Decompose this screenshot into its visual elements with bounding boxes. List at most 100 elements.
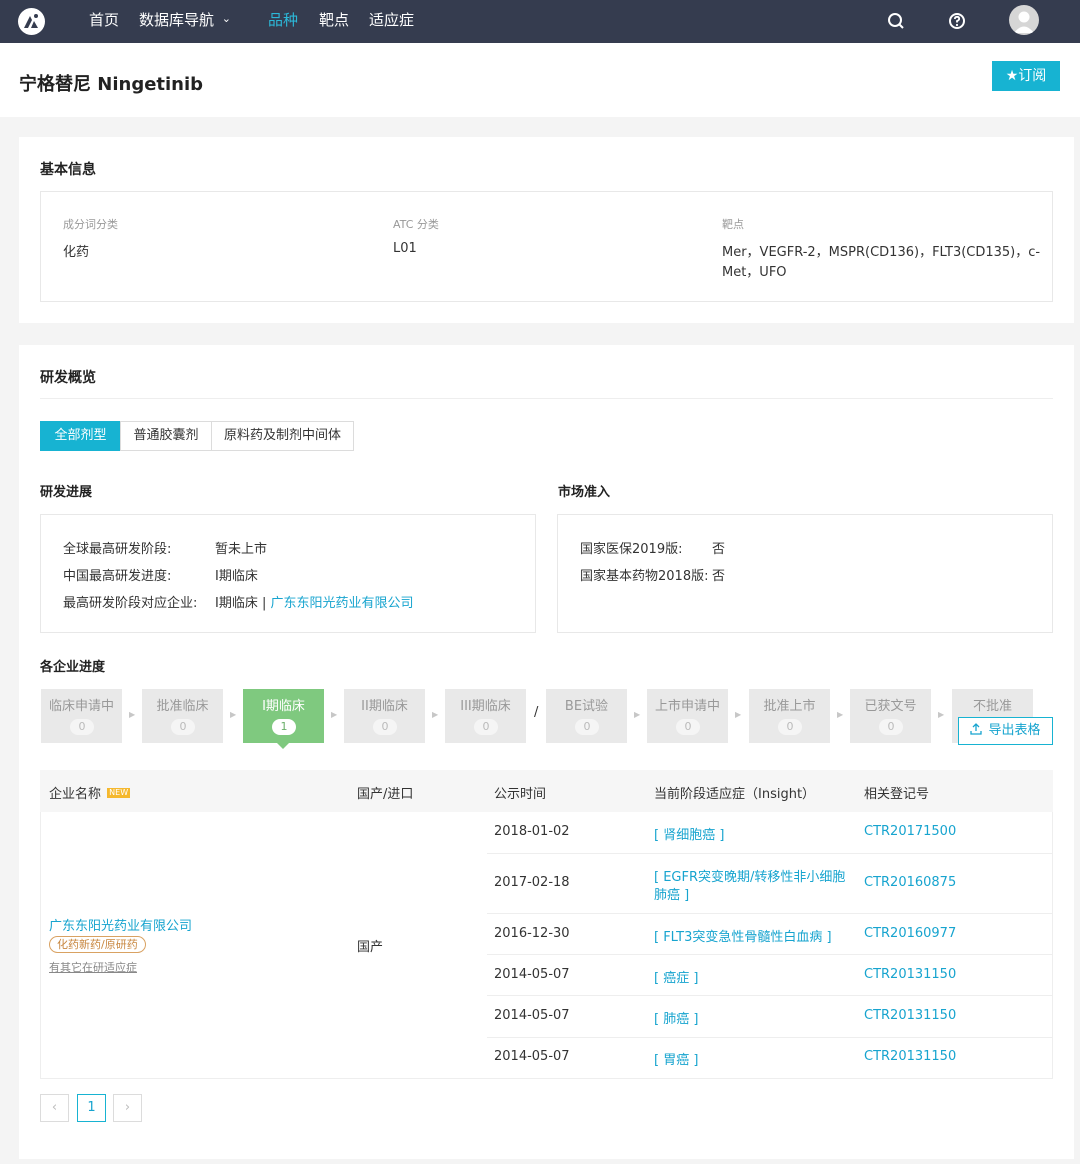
stage-label: 不批准 [972,699,1012,714]
row4-date: 2014-05-07 [494,967,570,982]
stage-2[interactable]: 批准临床 0 [142,689,223,743]
title-bar: 宁格替尼 Ningetinib ★订阅 [0,43,1080,117]
row2-indication-line1[interactable]: [ EGFR突变晚期/转移性非小细胞 [654,866,845,885]
divider [40,398,1053,399]
stage-separator: / [534,705,539,720]
stage-3[interactable]: I期临床 1 [243,689,324,749]
row1-indication[interactable]: [ 肾细胞癌 ] [654,824,724,843]
other-indications-link[interactable]: 有其它在研适应症 [49,959,137,975]
nav-indications[interactable]: 适应症 [369,11,414,29]
stage-label: 临床申请中 [48,699,114,714]
row6-registration[interactable]: CTR20131150 [864,1049,956,1064]
stage-8[interactable]: 批准上市 0 [749,689,830,743]
stage-count: 0 [778,719,802,735]
stage-label: I期临床 [262,699,305,714]
company-name-link[interactable]: 广东东阳光药业有限公司 [49,915,192,934]
upload-icon [970,723,983,735]
tab-api-intermediate[interactable]: 原料药及制剂中间体 [211,421,354,451]
user-avatar[interactable] [1009,5,1039,35]
logo-icon[interactable] [18,8,45,35]
th-indication: 当前阶段适应症（Insight） [654,787,816,802]
overview-title: 研发概览 [40,370,96,386]
atc-value: L01 [393,241,417,256]
atc-label: ATC 分类 [393,218,439,231]
stage-1[interactable]: 临床申请中 0 [41,689,122,743]
progress-title: 研发进展 [40,485,93,500]
new-badge: NEW [107,788,131,798]
row3-registration[interactable]: CTR20160977 [864,926,956,941]
row5-indication[interactable]: [ 肺癌 ] [654,1008,698,1027]
edl-value: 否 [712,569,726,584]
stage-count: 0 [171,719,195,735]
target-value-line1: Mer，VEGFR-2，MSPR(CD136)，FLT3(CD135)，c- [722,245,1041,260]
row-divider [487,1037,1053,1038]
row4-indication[interactable]: [ 癌症 ] [654,967,698,986]
company-progress-title: 各企业进度 [40,660,106,675]
company-origin: 国产 [357,940,384,955]
page-title: 宁格替尼 Ningetinib [19,74,204,95]
chevron-right-icon: ▶ [735,710,742,719]
row3-indication[interactable]: [ FLT3突变急性骨髓性白血病 ] [654,926,832,945]
stage-label: 已获文号 [864,699,917,714]
top-navbar: 首页 数据库导航 ⌄ 品种 靶点 适应症 [0,0,1080,43]
help-icon[interactable] [947,11,967,31]
nav-home[interactable]: 首页 [89,11,119,29]
stage-count: 0 [373,719,397,735]
row1-registration[interactable]: CTR20171500 [864,824,956,839]
stage-7[interactable]: 上市申请中 0 [647,689,728,743]
stage-count: 0 [879,719,903,735]
stage-9[interactable]: 已获文号 0 [850,689,931,743]
export-table-button[interactable]: 导出表格 [958,717,1053,745]
row-divider [487,913,1053,914]
row2-indication-line2[interactable]: 肺癌 ] [654,884,689,903]
ingredient-class-label: 成分词分类 [63,218,118,231]
nav-targets[interactable]: 靶点 [319,11,349,29]
edl-label: 国家基本药物2018版: [580,569,709,584]
tab-all-forms[interactable]: 全部剂型 [40,421,121,451]
top-company-value: I期临床 | 广东东阳光药业有限公司 [215,592,414,611]
stage-label: III期临床 [460,699,511,714]
row2-date: 2017-02-18 [494,875,570,890]
page-1-button[interactable]: 1 [77,1094,106,1122]
search-icon[interactable] [886,11,906,31]
nav-database[interactable]: 数据库导航 ⌄ [139,11,231,31]
stage-count: 0 [70,719,94,735]
company-tag: 化药新药/原研药 [49,936,146,953]
stage-4[interactable]: II期临床 0 [344,689,425,743]
chevron-right-icon: ▶ [634,710,641,719]
th-date: 公示时间 [494,787,547,802]
market-title: 市场准入 [558,485,611,500]
th-company-label: 企业名称 [49,787,102,802]
export-label: 导出表格 [988,723,1041,738]
global-stage-label: 全球最高研发阶段: [63,542,172,557]
th-registration: 相关登记号 [864,787,930,802]
stage-label: 批准临床 [156,699,209,714]
global-stage-value: 暂未上市 [215,542,268,557]
row2-registration[interactable]: CTR20160875 [864,875,956,890]
prev-page-button[interactable]: ‹ [40,1094,69,1122]
tab-capsule[interactable]: 普通胶囊剂 [120,421,212,451]
basic-info-title: 基本信息 [40,162,96,178]
chevron-right-icon: ▶ [938,710,945,719]
nav-drugs[interactable]: 品种 [268,11,298,29]
stage-label: 批准上市 [763,699,816,714]
china-stage-value: I期临床 [215,569,258,584]
stage-label: II期临床 [361,699,408,714]
stage-count: 0 [575,719,599,735]
nrdl-value: 否 [712,542,726,557]
nav-database-label: 数据库导航 [139,11,215,29]
row4-registration[interactable]: CTR20131150 [864,967,956,982]
china-stage-label: 中国最高研发进度: [63,569,172,584]
stage-6[interactable]: BE试验 0 [546,689,627,743]
row6-indication[interactable]: [ 胃癌 ] [654,1049,698,1068]
top-company-stage: I期临床 | [215,596,271,611]
stage-5[interactable]: III期临床 0 [445,689,526,743]
row5-registration[interactable]: CTR20131150 [864,1008,956,1023]
subscribe-button[interactable]: ★订阅 [992,61,1060,91]
chevron-right-icon: ▶ [331,710,338,719]
th-origin: 国产/进口 [357,787,414,802]
next-page-button[interactable]: › [113,1094,142,1122]
top-company-link[interactable]: 广东东阳光药业有限公司 [270,596,413,611]
stage-count: 0 [474,719,498,735]
chevron-right-icon: ▶ [432,710,439,719]
